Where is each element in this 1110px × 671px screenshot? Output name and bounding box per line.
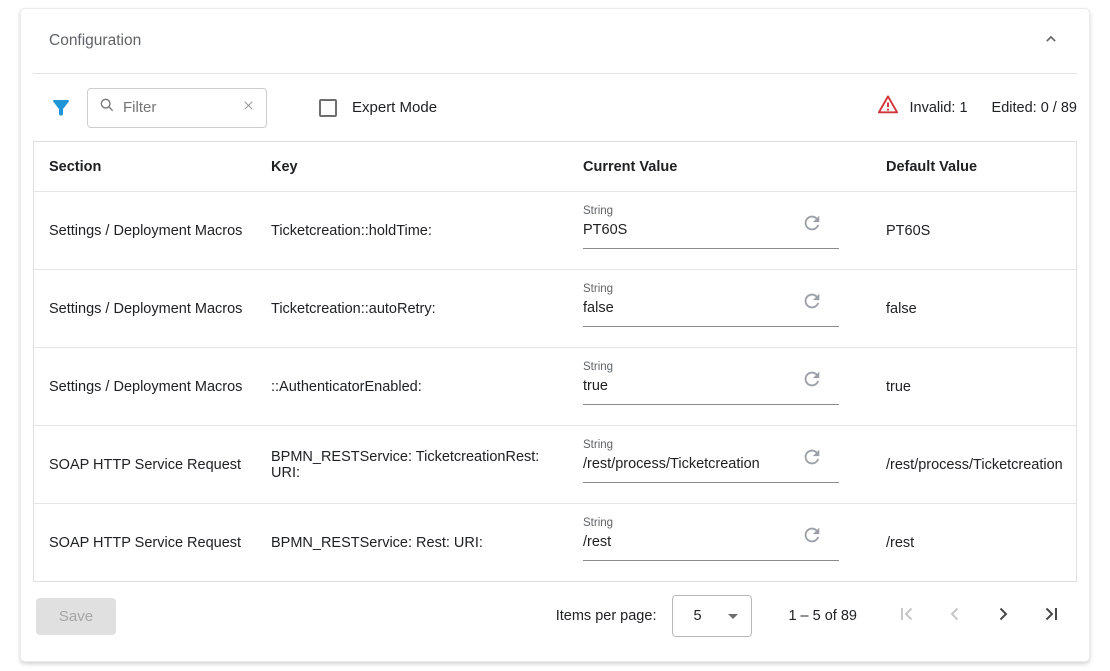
current-value-cell: String true xyxy=(568,348,871,425)
current-value-field[interactable]: String false xyxy=(583,283,839,327)
items-per-page-label: Items per page: xyxy=(556,608,657,624)
current-value-cell: String PT60S xyxy=(568,192,871,269)
previous-page-button xyxy=(931,596,979,636)
chevron-up-icon xyxy=(1041,29,1061,54)
column-header-key: Key xyxy=(256,159,568,175)
default-value-cell: /rest/process/Ticketcreation xyxy=(871,426,1076,503)
table-row: SOAP HTTP Service Request BPMN_RESTServi… xyxy=(34,503,1076,581)
reset-to-default-icon[interactable] xyxy=(801,290,823,312)
chevron-right-icon xyxy=(991,602,1015,631)
key-cell: ::AuthenticatorEnabled: xyxy=(256,348,568,425)
column-header-section: Section xyxy=(34,159,256,175)
reset-to-default-icon[interactable] xyxy=(801,524,823,546)
current-value-cell: String false xyxy=(568,270,871,347)
reset-to-default-icon[interactable] xyxy=(801,212,823,234)
collapse-panel-button[interactable] xyxy=(1039,29,1063,53)
configuration-table: Section Key Current Value Default Value … xyxy=(33,141,1077,582)
table-body: Settings / Deployment Macros Ticketcreat… xyxy=(34,191,1076,581)
default-value-cell: true xyxy=(871,348,1076,425)
reset-to-default-icon[interactable] xyxy=(801,446,823,468)
paginator: Items per page: 5 1 – 5 of 89 xyxy=(556,595,1075,637)
table-row: SOAP HTTP Service Request BPMN_RESTServi… xyxy=(34,425,1076,503)
key-cell: BPMN_RESTService: Rest: URI: xyxy=(256,504,568,581)
current-value-field[interactable]: String PT60S xyxy=(583,205,839,249)
page-size-value: 5 xyxy=(693,608,701,624)
first-page-icon xyxy=(895,602,919,631)
section-cell: SOAP HTTP Service Request xyxy=(34,426,256,503)
filter-toolbar: Expert Mode Invalid: 1 Edited: 0 / 89 xyxy=(21,74,1089,141)
warning-triangle-icon xyxy=(876,93,900,122)
first-page-button xyxy=(883,596,931,636)
dropdown-caret-icon xyxy=(728,614,738,619)
last-page-icon xyxy=(1039,602,1063,631)
expert-mode-control[interactable]: Expert Mode xyxy=(319,99,437,117)
default-value-cell: false xyxy=(871,270,1076,347)
filter-field[interactable] xyxy=(87,88,267,128)
table-row: Settings / Deployment Macros ::Authentic… xyxy=(34,347,1076,425)
clear-filter-icon[interactable] xyxy=(241,98,256,118)
next-page-button[interactable] xyxy=(979,596,1027,636)
panel-title: Configuration xyxy=(49,32,141,50)
save-button[interactable]: Save xyxy=(36,598,116,635)
current-value-cell: String /rest/process/Ticketcreation xyxy=(568,426,871,503)
configuration-panel: Configuration Expert Mode xyxy=(20,8,1090,662)
panel-header: Configuration xyxy=(21,9,1089,73)
table-row: Settings / Deployment Macros Ticketcreat… xyxy=(34,269,1076,347)
status-indicators: Invalid: 1 Edited: 0 / 89 xyxy=(876,93,1078,122)
page-size-select[interactable]: 5 xyxy=(672,595,752,637)
filter-funnel-icon[interactable] xyxy=(49,96,73,120)
page-range-label: 1 – 5 of 89 xyxy=(788,608,857,624)
current-value-field[interactable]: String true xyxy=(583,361,839,405)
search-icon xyxy=(99,97,115,118)
invalid-count: Invalid: 1 xyxy=(910,100,968,116)
key-cell: Ticketcreation::holdTime: xyxy=(256,192,568,269)
table-header-row: Section Key Current Value Default Value xyxy=(34,142,1076,191)
section-cell: Settings / Deployment Macros xyxy=(34,192,256,269)
current-value-field[interactable]: String /rest xyxy=(583,517,839,561)
current-value-cell: String /rest xyxy=(568,504,871,581)
reset-to-default-icon[interactable] xyxy=(801,368,823,390)
expert-mode-label: Expert Mode xyxy=(352,99,437,116)
pagination-controls xyxy=(883,596,1075,636)
section-cell: Settings / Deployment Macros xyxy=(34,348,256,425)
section-cell: Settings / Deployment Macros xyxy=(34,270,256,347)
column-header-current-value: Current Value xyxy=(568,159,871,175)
section-cell: SOAP HTTP Service Request xyxy=(34,504,256,581)
filter-input[interactable] xyxy=(123,99,241,116)
chevron-left-icon xyxy=(943,602,967,631)
default-value-cell: /rest xyxy=(871,504,1076,581)
key-cell: BPMN_RESTService: TicketcreationRest: UR… xyxy=(256,426,568,503)
default-value-cell: PT60S xyxy=(871,192,1076,269)
current-value-field[interactable]: String /rest/process/Ticketcreation xyxy=(583,439,839,483)
last-page-button[interactable] xyxy=(1027,596,1075,636)
column-header-default-value: Default Value xyxy=(871,159,1076,175)
key-cell: Ticketcreation::autoRetry: xyxy=(256,270,568,347)
edited-count: Edited: 0 / 89 xyxy=(992,100,1077,116)
table-footer: Save Items per page: 5 1 – 5 of 89 xyxy=(21,582,1089,660)
table-row: Settings / Deployment Macros Ticketcreat… xyxy=(34,191,1076,269)
expert-mode-checkbox[interactable] xyxy=(319,99,337,117)
